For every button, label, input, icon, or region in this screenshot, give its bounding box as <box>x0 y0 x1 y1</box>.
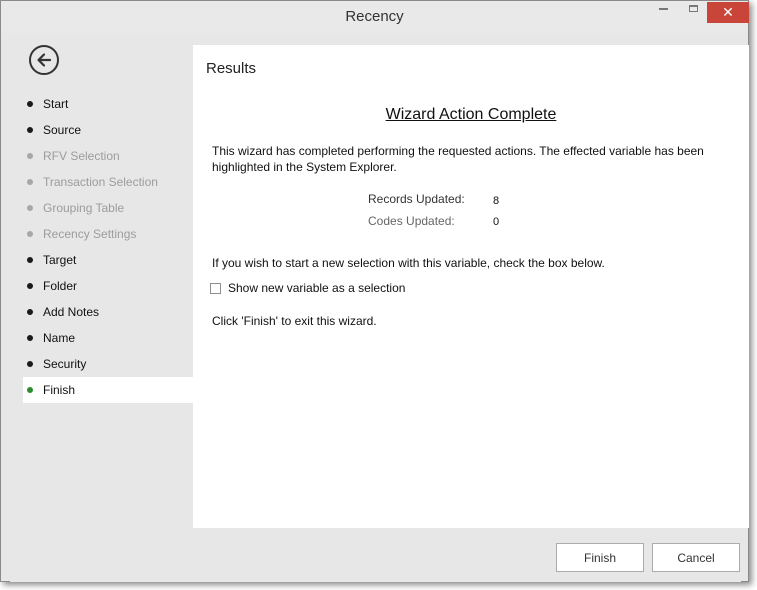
codes-updated-label: Codes Updated: <box>368 214 455 228</box>
back-button[interactable] <box>29 45 59 75</box>
sidebar-item-label: Transaction Selection <box>43 175 158 189</box>
wizard-heading: Wizard Action Complete <box>385 106 557 123</box>
close-button[interactable]: ✕ <box>707 2 749 23</box>
minimize-icon <box>658 7 668 10</box>
sidebar-item-label: Recency Settings <box>43 227 137 241</box>
sidebar-item-label: Finish <box>43 383 76 397</box>
sidebar-item-start[interactable]: Start <box>23 91 193 117</box>
sidebar-item-label: Security <box>43 357 87 371</box>
sidebar-item-label: Name <box>43 331 76 345</box>
close-icon: ✕ <box>722 4 734 20</box>
sidebar-item-label: Source <box>43 123 82 137</box>
new-selection-prompt: If you wish to start a new selection wit… <box>212 256 605 270</box>
step-bullet-icon <box>27 361 33 367</box>
step-bullet-icon <box>27 231 33 237</box>
completion-description: This wizard has completed performing the… <box>212 144 704 174</box>
sidebar-item-label: Target <box>43 253 77 267</box>
show-selection-label[interactable]: Show new variable as a selection <box>228 281 405 295</box>
sidebar-item-grouping-table: Grouping Table <box>23 195 193 221</box>
sidebar-item-label: Add Notes <box>43 305 100 319</box>
sidebar-item-add-notes[interactable]: Add Notes <box>23 299 193 325</box>
records-updated-value: 8 <box>493 195 500 207</box>
sidebar-item-label: RFV Selection <box>43 149 120 163</box>
show-selection-checkbox[interactable] <box>210 282 221 294</box>
codes-updated-value: 0 <box>493 216 500 228</box>
step-bullet-icon <box>27 179 33 185</box>
step-list: Start Source RFV Selection Transaction Sele… <box>23 91 193 403</box>
step-bullet-icon <box>27 153 33 159</box>
step-bullet-icon <box>27 257 33 263</box>
sidebar-item-name[interactable]: Name <box>23 325 193 351</box>
minimize-button[interactable] <box>649 1 677 23</box>
step-bullet-icon <box>27 127 33 133</box>
sidebar-item-rfv-selection: RFV Selection <box>23 143 193 169</box>
sidebar-item-recency-settings: Recency Settings <box>23 221 193 247</box>
maximize-button[interactable] <box>679 1 707 23</box>
sidebar-item-target[interactable]: Target <box>23 247 193 273</box>
wizard-window: Recency ✕ Start Source RFV Selection Transa… <box>0 0 749 582</box>
step-bullet-icon <box>27 335 33 341</box>
step-bullet-icon <box>27 205 33 211</box>
sidebar-item-transaction-selection: Transaction Selection <box>23 169 193 195</box>
show-selection-option[interactable]: Show new variable as a selection <box>210 281 405 295</box>
sidebar-item-label: Folder <box>43 279 78 293</box>
maximize-icon <box>688 5 698 13</box>
wizard-steps-sidebar: Start Source RFV Selection Transaction Sele… <box>10 42 193 528</box>
sidebar-item-source[interactable]: Source <box>23 117 193 143</box>
window-title: Recency <box>345 8 404 25</box>
records-updated-label: Records Updated: <box>368 192 465 206</box>
exit-instructions: Click 'Finish' to exit this wizard. <box>212 314 377 328</box>
results-panel: Results Wizard Action Complete This wiza… <box>193 45 749 528</box>
sidebar-item-folder[interactable]: Folder <box>23 273 193 299</box>
step-bullet-icon <box>27 283 33 289</box>
sidebar-item-security[interactable]: Security <box>23 351 193 377</box>
sidebar-item-label: Grouping Table <box>43 201 125 215</box>
back-arrow-icon <box>37 53 52 67</box>
finish-button[interactable]: Finish <box>556 543 644 572</box>
step-bullet-icon <box>27 309 33 315</box>
step-bullet-icon <box>27 387 33 393</box>
cancel-button[interactable]: Cancel <box>652 543 740 572</box>
footer-bar: Finish Cancel <box>10 528 741 582</box>
sidebar-item-finish[interactable]: Finish <box>23 377 193 403</box>
step-bullet-icon <box>27 101 33 107</box>
sidebar-item-label: Start <box>43 97 69 111</box>
section-title: Results <box>206 60 257 77</box>
title-bar: Recency ✕ <box>1 1 749 33</box>
